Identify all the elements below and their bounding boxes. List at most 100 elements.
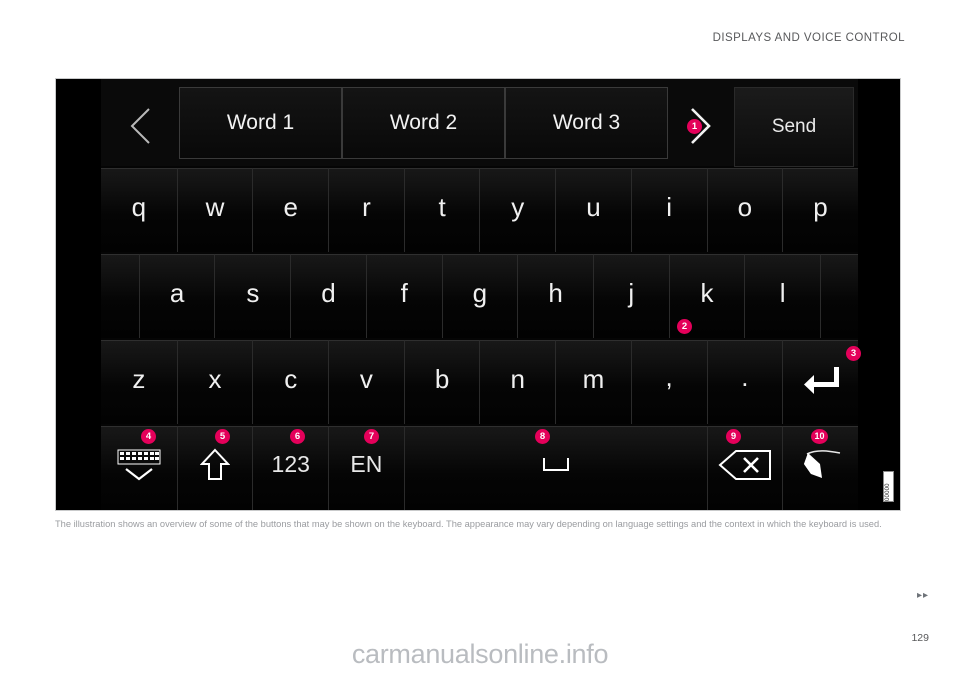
key-x-label: x: [208, 364, 222, 394]
callout-5-label: 5: [219, 430, 226, 442]
key-c[interactable]: c: [252, 340, 329, 424]
key-x[interactable]: x: [176, 340, 253, 424]
send-button[interactable]: Send: [734, 87, 854, 167]
callout-2: 2: [677, 319, 692, 334]
key-b-label: b: [434, 364, 450, 394]
watermark: carmanualsonline.info: [351, 639, 609, 669]
suggestion-word-1-label: Word 1: [226, 111, 295, 134]
key-period[interactable]: .: [706, 340, 783, 424]
callout-3-label: 3: [850, 347, 857, 359]
key-f-label: f: [400, 278, 408, 308]
keyboard-row-3: z x c v b n m , .: [101, 340, 858, 424]
key-h-label: h: [548, 278, 563, 308]
key-g[interactable]: g: [441, 254, 518, 338]
key-comma[interactable]: ,: [630, 340, 707, 424]
send-button-label: Send: [771, 116, 817, 137]
callout-10: 10: [811, 429, 828, 444]
key-j-label: j: [628, 278, 635, 308]
keyboard-row-2: a s d f g h j k l: [101, 254, 858, 338]
key-d[interactable]: d: [290, 254, 366, 338]
callout-10-label: 10: [814, 431, 825, 441]
backspace-x-icon: [718, 449, 771, 480]
callout-4-label: 4: [145, 430, 152, 442]
callout-8: 8: [535, 429, 550, 444]
key-comma-label: ,: [665, 362, 673, 392]
key-a-label: a: [169, 278, 185, 308]
numeric-mode-label: 123: [271, 451, 310, 477]
key-t[interactable]: t: [403, 168, 480, 252]
illustration-id-tag: 00000: [883, 471, 894, 502]
key-w-label: w: [205, 192, 225, 222]
previous-suggestions-button[interactable]: [105, 93, 175, 157]
key-s[interactable]: s: [214, 254, 291, 338]
key-i[interactable]: i: [630, 168, 707, 252]
key-p-label: p: [813, 192, 828, 222]
key-r[interactable]: r: [328, 168, 404, 252]
key-q[interactable]: q: [101, 168, 177, 252]
callout-5: 5: [215, 429, 230, 444]
key-i-label: i: [666, 192, 673, 222]
key-e-label: e: [283, 192, 298, 222]
callout-7: 7: [364, 429, 379, 444]
enter-arrow-icon: [803, 366, 839, 394]
callout-9-label: 9: [730, 430, 737, 442]
callout-8-label: 8: [539, 430, 546, 442]
key-j[interactable]: j: [592, 254, 669, 338]
key-v-label: v: [359, 364, 373, 394]
suggestion-word-3[interactable]: Word 3: [505, 87, 668, 159]
key-q-label: q: [131, 192, 147, 222]
key-k-label: k: [700, 278, 714, 308]
key-row2-right-pad[interactable]: [819, 254, 858, 338]
language-label: EN: [350, 451, 383, 477]
key-m-label: m: [582, 364, 605, 394]
key-u[interactable]: u: [555, 168, 631, 252]
key-c-label: c: [284, 364, 298, 394]
space-button[interactable]: [403, 426, 707, 510]
callout-1-label: 1: [691, 120, 698, 132]
handwriting-pen-icon: [803, 449, 840, 478]
space-bar-icon: [542, 457, 569, 471]
keyboard-illustration: Word 1 Word 2 Word 3 Send 1 q w e r t y …: [55, 78, 901, 511]
manual-page: DISPLAYS AND VOICE CONTROL Word 1 Word 2…: [0, 0, 960, 677]
key-z[interactable]: z: [101, 340, 177, 424]
keyboard-down-icon: [117, 449, 161, 480]
suggestion-word-2[interactable]: Word 2: [342, 87, 505, 159]
key-f[interactable]: f: [365, 254, 442, 338]
key-v[interactable]: v: [328, 340, 404, 424]
key-b[interactable]: b: [403, 340, 480, 424]
key-s-label: s: [246, 278, 260, 308]
key-y-label: y: [511, 192, 525, 222]
key-w[interactable]: w: [176, 168, 253, 252]
key-period-label: .: [741, 362, 749, 392]
key-n[interactable]: n: [479, 340, 556, 424]
callout-3: 3: [846, 346, 861, 361]
key-l[interactable]: l: [744, 254, 820, 338]
suggestion-word-1[interactable]: Word 1: [179, 87, 342, 159]
suggestion-word-3-label: Word 3: [552, 111, 621, 134]
key-y[interactable]: y: [479, 168, 556, 252]
key-row2-left-pad[interactable]: [101, 254, 139, 338]
backspace-button[interactable]: [706, 426, 783, 510]
illustration-caption: The illustration shows an overview of so…: [55, 519, 882, 529]
callout-6-label: 6: [294, 430, 301, 442]
key-g-label: g: [472, 278, 488, 308]
key-n-label: n: [510, 364, 526, 394]
key-e[interactable]: e: [252, 168, 329, 252]
key-u-label: u: [586, 192, 601, 222]
footer-arrows-icon: ▸▸: [916, 590, 929, 601]
callout-1: 1: [687, 119, 702, 134]
suggestion-bar: Word 1 Word 2 Word 3 Send 1: [101, 79, 858, 167]
key-l-label: l: [779, 278, 786, 308]
key-a[interactable]: a: [138, 254, 215, 338]
key-m[interactable]: m: [555, 340, 631, 424]
callout-7-label: 7: [368, 430, 375, 442]
suggestion-word-2-label: Word 2: [389, 111, 458, 134]
hide-keyboard-button[interactable]: [101, 426, 177, 510]
key-z-label: z: [132, 364, 146, 394]
key-d-label: d: [321, 278, 336, 308]
key-p[interactable]: p: [782, 168, 858, 252]
key-o-label: o: [737, 192, 753, 222]
key-h[interactable]: h: [517, 254, 593, 338]
keyboard-row-1: q w e r t y u i o p: [101, 168, 858, 252]
key-o[interactable]: o: [706, 168, 783, 252]
